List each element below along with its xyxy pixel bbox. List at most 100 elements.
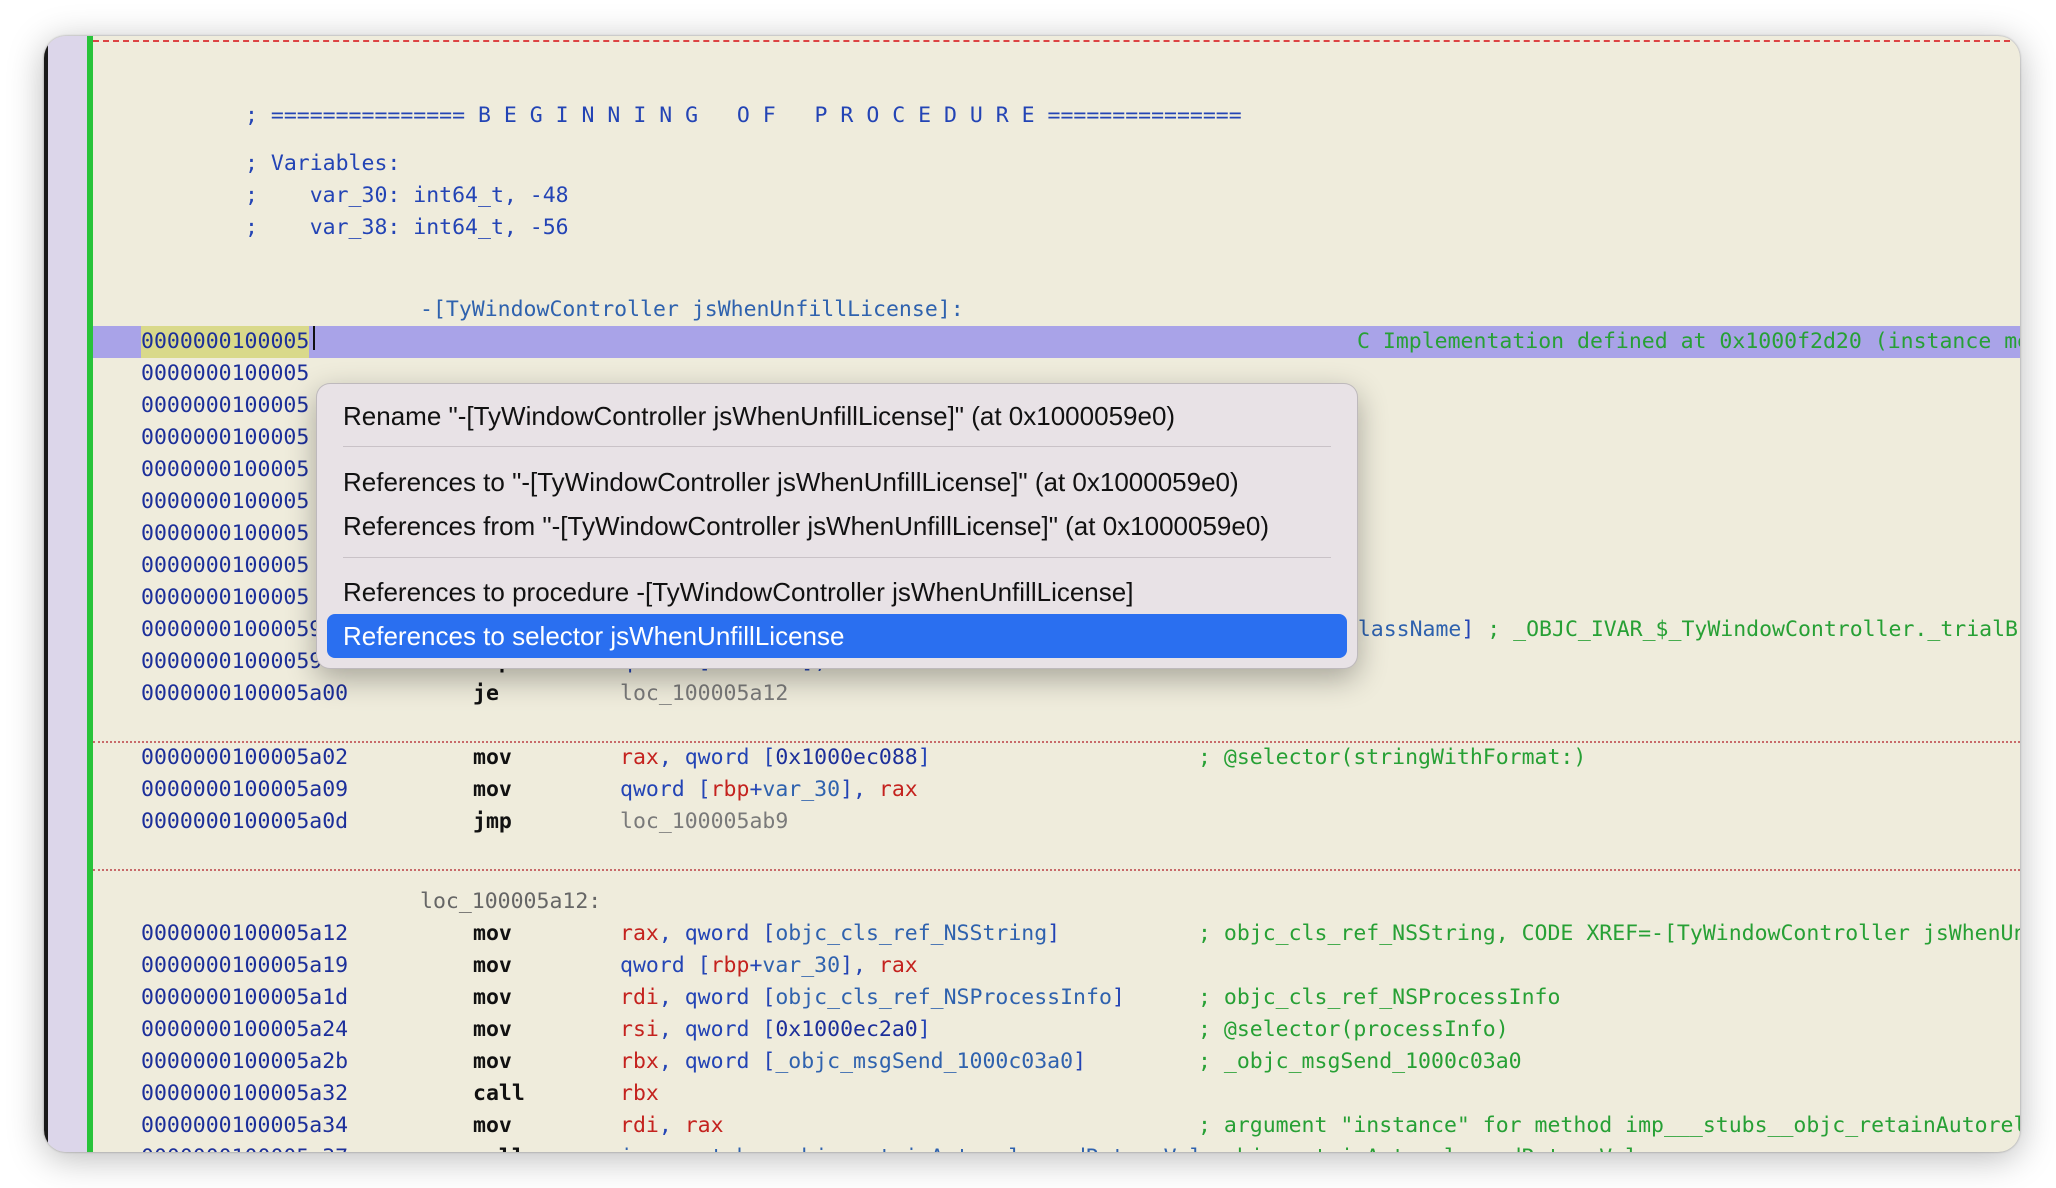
address[interactable]: 0000000100005a00 (141, 678, 348, 710)
code-line[interactable]: 0000000100005a02 mov rax, qword [0x1000ec0… (93, 742, 2020, 774)
operands: imp___stubs__objc_retainAutoreleasedRetu… (620, 1142, 1228, 1152)
register: rsi (620, 1017, 659, 1042)
register: rbp (710, 777, 750, 802)
mnemonic: mov (473, 985, 512, 1010)
procedure-separator (93, 40, 2020, 42)
highlighted-line[interactable]: 0000000100005 C Implementation defined a… (93, 326, 2020, 358)
operand-part: var_30 (762, 777, 841, 802)
code-line[interactable]: 0000000100005a1d mov rdi, qword [objc_cls_… (93, 982, 2020, 1014)
operand-part: qword [ (620, 777, 711, 802)
address[interactable]: 0000000100005a34 (141, 1110, 348, 1142)
operand-part: 0x1000ec088 (775, 745, 918, 770)
code-line[interactable]: 0000000100005a32 call rbx (93, 1078, 2020, 1110)
procedure-label[interactable]: -[TyWindowController jsWhenUnfillLicense… (93, 294, 2020, 326)
comment: ; objc_cls_ref_NSProcessInfo (1198, 985, 1561, 1010)
mnemonic: mov (473, 953, 512, 978)
mnemonic: mov (473, 1113, 512, 1138)
operands: rdi, rax (620, 1110, 724, 1142)
mnemonic: mov (473, 921, 512, 946)
mnemonic: call (473, 1081, 525, 1106)
address[interactable]: 0000000100005a1d (141, 982, 348, 1014)
procedure-banner: ; =============== B E G I N N I N G O F … (245, 103, 1242, 128)
operand-part: , qword [ (658, 1049, 776, 1074)
operands: rbx, qword [_objc_msgSend_1000c03a0] (620, 1046, 1086, 1078)
operands: loc_100005a12 (620, 678, 788, 710)
symbol-ref[interactable]: objc_cls_ref_NSProcessInfo (775, 985, 1112, 1010)
menu-item-references-to-procedure[interactable]: References to procedure -[TyWindowContro… (327, 570, 1347, 614)
operand-part: + (749, 953, 763, 978)
menu-item-rename[interactable]: Rename "-[TyWindowController jsWhenUnfil… (327, 394, 1347, 438)
comment: ; argument "instance" for method imp___s… (1198, 1113, 2020, 1138)
disassembly-window: ; =============== B E G I N N I N G O F … (44, 36, 2020, 1152)
operands: qword [rbp+var_30], rax (620, 774, 918, 806)
operand-part: , qword [ (658, 1017, 776, 1042)
operand-part: , qword [ (658, 985, 776, 1010)
mnemonic: mov (473, 745, 512, 770)
symbol-ref[interactable]: _objc_msgSend_1000c03a0 (775, 1049, 1073, 1074)
operand-part: ] (1073, 1049, 1087, 1074)
address[interactable]: 0000000100005a02 (141, 742, 348, 774)
code-line[interactable]: 0000000100005a19 mov qword [rbp+var_30], r… (93, 950, 2020, 982)
code-line[interactable]: 0000000100005a09 mov qword [rbp+var_30], r… (93, 774, 2020, 806)
register: rdi (620, 985, 659, 1010)
operands: rsi, qword [0x1000ec2a0] (620, 1014, 931, 1046)
menu-separator (343, 557, 1331, 558)
address[interactable]: 0000000100005a37 (141, 1142, 348, 1152)
comment: ; objc_cls_ref_NSString, CODE XREF=-[TyW… (1198, 921, 2020, 946)
operands: loc_100005ab9 (620, 806, 788, 838)
address[interactable]: 0000000100005 (141, 390, 309, 422)
code-line[interactable]: 0000000100005a24 mov rsi, qword [0x1000ec2… (93, 1014, 2020, 1046)
address[interactable]: 0000000100005a2b (141, 1046, 348, 1078)
symbol-ref[interactable]: imp___stubs__objc_retainAutoreleasedRetu… (620, 1145, 1228, 1152)
register: rax (684, 1113, 724, 1138)
operand-part: ] (917, 1017, 931, 1042)
line-gutter[interactable] (48, 36, 88, 1152)
operand-part: ; _OBJC_IVAR_$_TyWindowController._trial… (1487, 617, 2020, 642)
comment: ; @selector(stringWithFormat:) (1198, 745, 1587, 770)
operand-part: , qword [ (658, 921, 776, 946)
operands: rax, qword [0x1000ec088] (620, 742, 931, 774)
mnemonic: jmp (473, 809, 512, 834)
register: rax (620, 745, 659, 770)
register: rax (878, 777, 918, 802)
address[interactable]: 0000000100005a12 (141, 918, 348, 950)
address[interactable]: 0000000100005a24 (141, 1014, 348, 1046)
operand-part[interactable]: loc_100005ab9 (620, 809, 788, 834)
mnemonic: mov (473, 1049, 512, 1074)
address[interactable]: 0000000100005a32 (141, 1078, 348, 1110)
operand-part[interactable]: loc_100005a12 (620, 681, 788, 706)
address[interactable]: 0000000100005a0d (141, 806, 348, 838)
code-line[interactable]: 0000000100005a2b mov rbx, qword [_objc_msg… (93, 1046, 2020, 1078)
code-line[interactable]: 0000000100005a37 call imp___stubs__objc_re… (93, 1142, 2020, 1152)
register: rax (620, 921, 659, 946)
menu-item-references-from[interactable]: References from "-[TyWindowController js… (327, 504, 1347, 548)
operand-part: ], (840, 777, 879, 802)
context-menu: Rename "-[TyWindowController jsWhenUnfil… (316, 383, 1358, 669)
symbol-ref[interactable]: objc_cls_ref_NSString (775, 921, 1047, 946)
address[interactable]: 0000000100005 (141, 582, 309, 614)
mnemonic: call (473, 1142, 525, 1152)
menu-item-references-to[interactable]: References to "-[TyWindowController jsWh… (327, 460, 1347, 504)
address[interactable]: 0000000100005 (141, 422, 309, 454)
address[interactable]: 0000000100005a19 (141, 950, 348, 982)
variable-line: ; var_38: int64_t, -56 (245, 215, 569, 240)
address[interactable]: 0000000100005 (141, 454, 309, 486)
operands: qword [rbp+var_30], rax (620, 950, 918, 982)
code-line[interactable]: 0000000100005a12 mov rax, qword [objc_cls_… (93, 918, 2020, 950)
loc-label[interactable]: loc_100005a12: (93, 886, 2020, 918)
text-caret (313, 326, 315, 350)
operand-part: ] (1461, 617, 1488, 642)
code-line[interactable]: 0000000100005a0d jmp loc_100005ab9 (93, 806, 2020, 838)
address[interactable]: 0000000100005 (141, 486, 309, 518)
address[interactable]: 0000000100005 (141, 358, 309, 390)
address[interactable]: 0000000100005 (141, 550, 309, 582)
code-line[interactable]: 0000000100005a00 je loc_100005a12 (93, 678, 2020, 710)
register: rbp (710, 953, 750, 978)
code-line[interactable]: 0000000100005a34 mov rdi, rax ; argument "i… (93, 1110, 2020, 1142)
comment: ; objc_retainAutoreleasedReturnValue (1198, 1142, 1664, 1152)
mnemonic: mov (473, 1017, 512, 1042)
address[interactable]: 0000000100005a09 (141, 774, 348, 806)
menu-item-references-to-selector[interactable]: References to selector jsWhenUnfillLicen… (327, 614, 1347, 658)
address[interactable]: 0000000100005 (141, 518, 309, 550)
operands: rdi, qword [objc_cls_ref_NSProcessInfo] (620, 982, 1125, 1014)
